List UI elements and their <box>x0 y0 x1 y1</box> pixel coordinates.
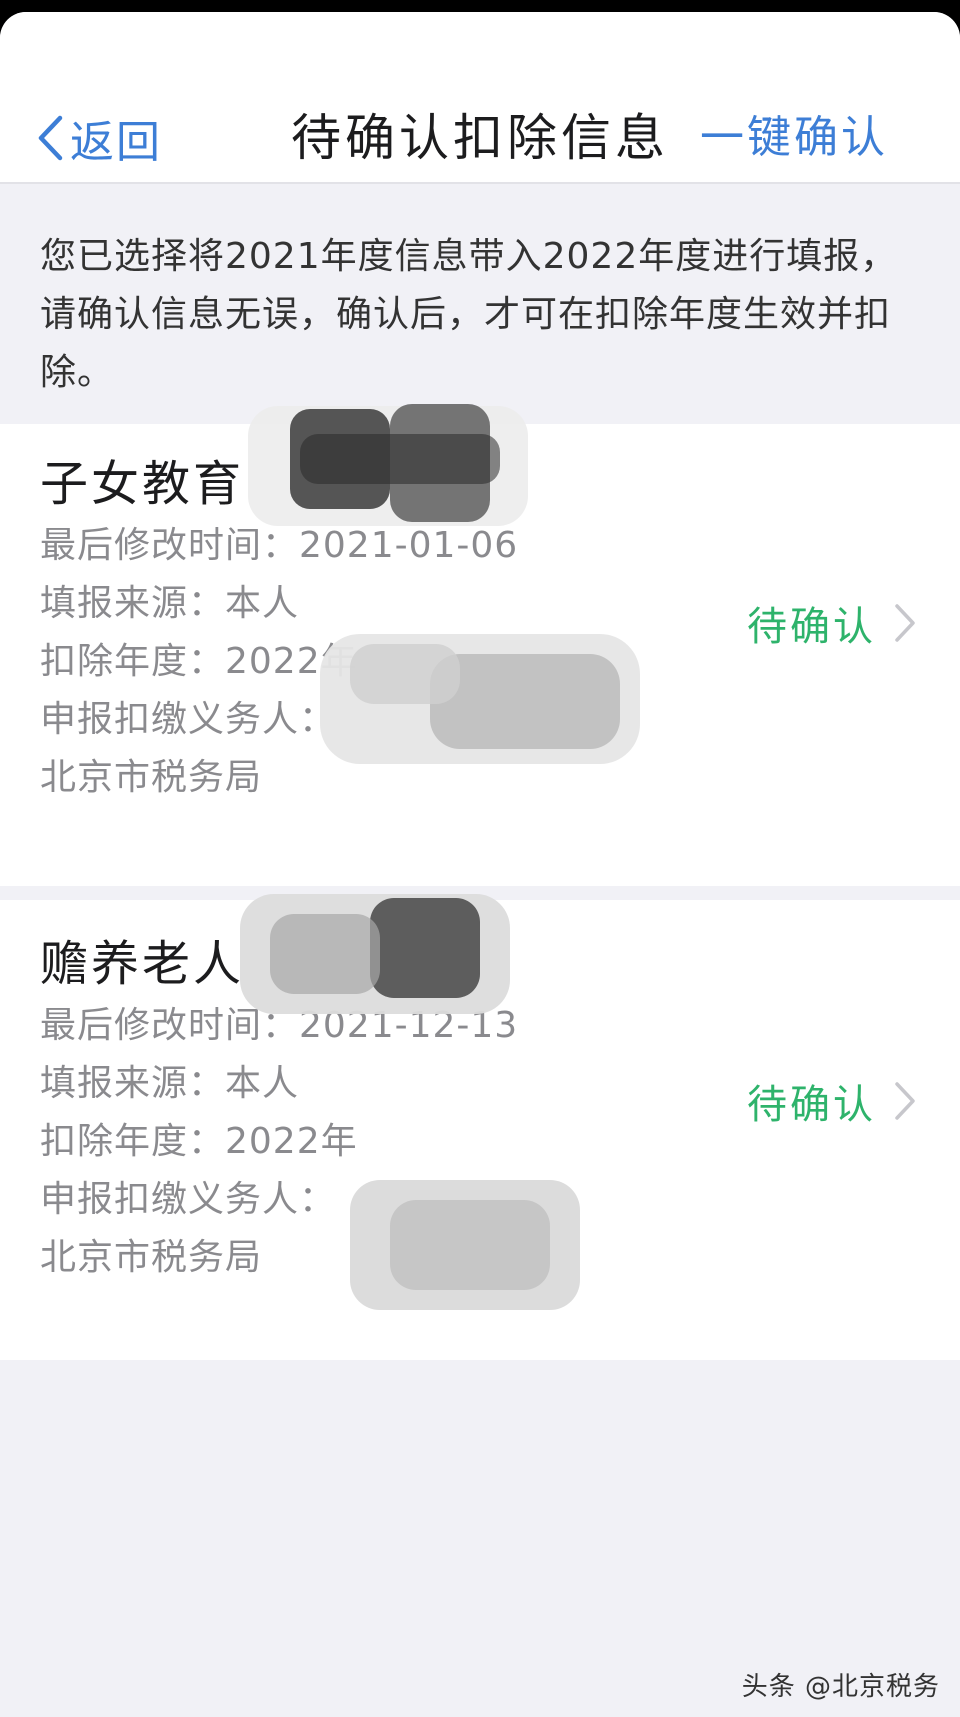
redaction-scribble <box>350 1180 580 1310</box>
item-title: 子女教育 <box>40 456 245 512</box>
withholding-agent: 北京市税务局 <box>40 757 263 798</box>
navigation-bar: 返回 待确认扣除信息 一键确认 <box>0 12 960 184</box>
modified-time: 最后修改时间：2021-12-13 <box>40 1005 519 1046</box>
app-screen: 返回 待确认扣除信息 一键确认 您已选择将2021年度信息带入2022年度进行填… <box>0 12 960 1717</box>
item-title: 赡养老人 <box>40 936 245 992</box>
modified-time: 最后修改时间：2021-01-06 <box>40 525 519 566</box>
deduction-year: 扣除年度：2022年 <box>40 1121 358 1162</box>
back-button[interactable]: 返回 <box>36 102 162 174</box>
withholding-agent-label: 申报扣缴义务人： <box>40 1179 337 1220</box>
deduction-item[interactable]: 子女教育 最后修改时间：2021-01-06 填报来源：本人 扣除年度：2022… <box>0 404 960 886</box>
status-badge[interactable]: 待确认 <box>747 594 916 652</box>
withholding-agent: 北京市税务局 <box>40 1237 263 1278</box>
chevron-right-icon <box>895 1082 915 1120</box>
watermark: 头条 @北京税务 <box>741 1672 940 1702</box>
status-label: 待确认 <box>747 1082 876 1128</box>
filing-source: 填报来源：本人 <box>40 1063 300 1104</box>
status-label: 待确认 <box>747 604 876 650</box>
redaction-scribble <box>320 634 640 764</box>
deduction-year: 扣除年度：2022年 <box>40 641 358 682</box>
filing-source: 填报来源：本人 <box>40 583 300 624</box>
status-badge[interactable]: 待确认 <box>747 1072 916 1130</box>
confirm-all-button[interactable]: 一键确认 <box>700 102 888 174</box>
chevron-right-icon <box>895 604 915 642</box>
back-label: 返回 <box>70 117 162 168</box>
notice-text: 您已选择将2021年度信息带入2022年度进行填报，请确认信息无误，确认后，才可… <box>40 236 898 393</box>
chevron-left-icon <box>38 115 63 161</box>
deduction-item[interactable]: 赡养老人 最后修改时间：2021-12-13 填报来源：本人 扣除年度：2022… <box>0 894 960 1360</box>
withholding-agent-label: 申报扣缴义务人： <box>40 699 337 740</box>
